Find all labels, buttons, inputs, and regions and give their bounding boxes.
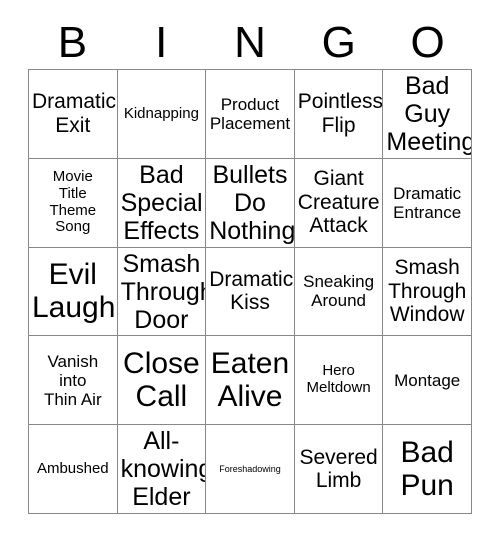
bingo-cell[interactable]: Dramatic Entrance — [383, 158, 472, 248]
bingo-cell[interactable]: Dramatic Exit — [29, 70, 118, 159]
bingo-cell-label: Close Call — [123, 346, 200, 414]
bingo-cell-label: Bad Pun — [400, 435, 454, 503]
bingo-cell[interactable]: Bad Special Effects — [117, 158, 207, 248]
bingo-cell[interactable]: Foreshadowing — [206, 425, 295, 514]
bingo-cell-label: Dramatic Kiss — [209, 267, 294, 315]
bingo-cell-label: Evil Laugh — [32, 257, 116, 325]
bingo-cell[interactable]: Movie Title Theme Song — [29, 158, 118, 248]
bingo-cell-label: Smash Through Door — [120, 249, 207, 334]
bingo-cell-label: All- knowing Elder — [120, 427, 207, 512]
bingo-cell[interactable]: Smash Through Window — [383, 247, 472, 337]
bingo-cell[interactable]: Sneaking Around — [294, 247, 384, 337]
bingo-cell[interactable]: Bad Guy Meeting — [383, 70, 472, 159]
bingo-cell-label: Product Placement — [209, 94, 291, 133]
bingo-header-letter-b: B — [57, 17, 88, 67]
bingo-header-letter-n: N — [234, 17, 266, 67]
bingo-header-letter-i: I — [155, 17, 168, 67]
bingo-cell-label: Ambushed — [36, 459, 109, 477]
bingo-cell-label: Eaten Alive — [210, 346, 290, 414]
bingo-cell-label: Giant Creature Attack — [297, 167, 380, 238]
bingo-cell-label: Vanish into Thin Air — [43, 351, 102, 409]
bingo-cell-label: Bad Guy Meeting — [386, 71, 472, 156]
bingo-cell-label: Dramatic Entrance — [393, 183, 462, 222]
bingo-cell[interactable]: Evil Laugh — [29, 247, 118, 337]
bingo-cell[interactable]: Giant Creature Attack — [294, 158, 384, 248]
bingo-cell-label: Smash Through Window — [388, 256, 467, 327]
bingo-cell-label: Foreshadowing — [219, 464, 281, 475]
bingo-header-letter-o: O — [410, 17, 445, 67]
bingo-cell-label: Pointless Flip — [297, 90, 384, 137]
bingo-cell-label: Severed Limb — [299, 445, 378, 493]
bingo-grid: Dramatic Exit Kidnapping Product Placement… — [28, 69, 472, 514]
bingo-cell[interactable]: Ambushed — [29, 425, 118, 514]
bingo-cell[interactable]: Eaten Alive — [206, 336, 295, 426]
bingo-cell-label: Bad Special Effects — [120, 160, 203, 245]
bingo-cell[interactable]: All- knowing Elder — [117, 425, 207, 514]
bingo-cell[interactable]: Hero Meltdown — [294, 336, 384, 426]
bingo-cell[interactable]: Kidnapping — [117, 70, 207, 159]
bingo-cell[interactable]: Severed Limb — [294, 425, 384, 514]
bingo-card: B I N G O Dramatic Exit Kidnapping Product… — [0, 0, 500, 544]
bingo-cell-label: Sneaking Around — [303, 272, 375, 311]
bingo-cell-label: Bullets Do Nothing — [209, 160, 295, 245]
bingo-header-letter-g: G — [321, 17, 356, 67]
bingo-cell-label: Montage — [394, 370, 461, 390]
bingo-cell-label: Dramatic Exit — [32, 90, 117, 137]
bingo-cell[interactable]: Vanish into Thin Air — [29, 336, 118, 426]
bingo-cell-label: Kidnapping — [123, 104, 199, 122]
bingo-cell-label: Movie Title Theme Song — [49, 168, 97, 236]
bingo-cell[interactable]: Smash Through Door — [117, 247, 207, 337]
bingo-cell[interactable]: Close Call — [117, 336, 207, 426]
bingo-cell[interactable]: Bad Pun — [383, 425, 472, 514]
bingo-cell[interactable]: Product Placement — [206, 70, 295, 159]
bingo-cell[interactable]: Bullets Do Nothing — [206, 158, 295, 248]
bingo-header-row: B I N G O — [28, 16, 472, 69]
bingo-cell[interactable]: Montage — [383, 336, 472, 426]
bingo-cell[interactable]: Dramatic Kiss — [206, 247, 295, 337]
bingo-cell-label: Hero Meltdown — [306, 362, 371, 397]
bingo-cell[interactable]: Pointless Flip — [294, 70, 384, 159]
